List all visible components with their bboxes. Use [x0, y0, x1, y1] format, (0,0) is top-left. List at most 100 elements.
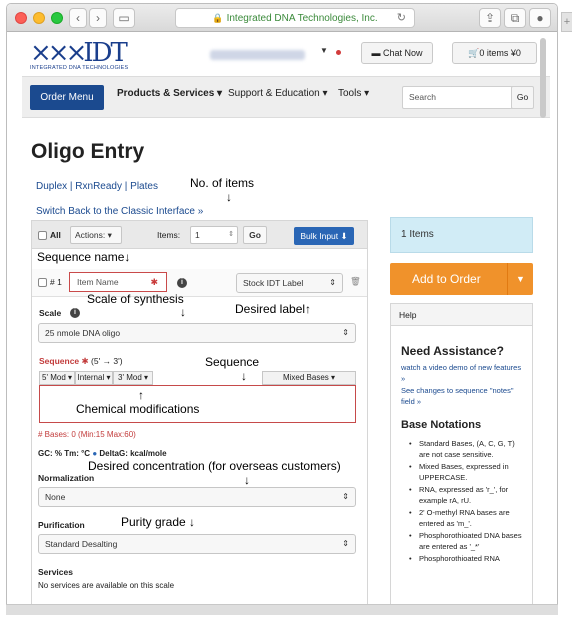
- zoom-window-button[interactable]: [51, 12, 63, 24]
- annotation-chem: Chemical modifications: [76, 402, 200, 416]
- main-nav: Order Menu Products & Services ▾ Support…: [22, 76, 550, 118]
- purification-select[interactable]: Standard Desalting ⇕: [38, 534, 356, 554]
- title-bar: ‹ › ▭ 🔒 Integrated DNA Technologies, Inc.…: [7, 4, 557, 32]
- chevron-down-icon[interactable]: ▼: [516, 263, 525, 295]
- link-rxnready[interactable]: RxnReady: [75, 181, 122, 192]
- back-icon[interactable]: ‹: [69, 8, 87, 28]
- scale-label: Scale: [39, 308, 62, 318]
- link-duplex[interactable]: Duplex: [36, 181, 67, 192]
- deltag-icon: ●: [92, 449, 98, 458]
- item-checkbox[interactable]: [38, 278, 47, 287]
- list-item: Mixed Bases, expressed in UPPERCASE.: [409, 462, 527, 483]
- scale-select[interactable]: 25 nmole DNA oligo ⇕: [38, 323, 356, 343]
- list-item: 2' O-methyl RNA bases are entered as 'm_…: [409, 508, 527, 529]
- search-input[interactable]: Search: [402, 86, 516, 109]
- stepper-icon[interactable]: ⇕: [228, 227, 234, 243]
- five-prime-mod-dropdown[interactable]: 5' Mod ▾: [39, 371, 75, 385]
- address-bar[interactable]: 🔒 Integrated DNA Technologies, Inc. ↻: [175, 8, 415, 28]
- nav-support[interactable]: Support & Education ▾: [228, 88, 328, 99]
- window-bottom-bar: [6, 604, 558, 615]
- list-item: Phosphorothioated RNA: [409, 554, 527, 565]
- item-name-input[interactable]: Item Name ✱: [69, 272, 167, 292]
- annotation-no-items: No. of items: [190, 176, 255, 190]
- cart-button[interactable]: 🛒0 items ¥0: [452, 42, 537, 64]
- base-notations-list: Standard Bases, (A, C, G, T) are not cas…: [409, 439, 527, 567]
- product-links: Duplex | RxnReady | Plates: [36, 181, 158, 192]
- oligo-form: All Actions: ▾ Items: 1 ⇕ Go Bulk Input ⬇…: [31, 220, 368, 612]
- select-all-checkbox[interactable]: [38, 231, 47, 240]
- annotation-label: Desired label↑: [235, 302, 312, 316]
- info-icon[interactable]: i: [177, 278, 187, 288]
- switch-classic-link[interactable]: Switch Back to the Classic Interface »: [36, 206, 203, 217]
- annotation-sequence: Sequence: [205, 355, 260, 369]
- list-item: RNA, expressed as 'r_', for example rA, …: [409, 485, 527, 506]
- annotation-arrow: ↓: [241, 369, 247, 383]
- annotation-sequence-name: Sequence name↓: [37, 250, 131, 264]
- link-plates[interactable]: Plates: [130, 181, 158, 192]
- sidebar-icon[interactable]: ▭: [113, 8, 135, 28]
- nav-tools[interactable]: Tools ▾: [338, 88, 369, 99]
- tabs-icon[interactable]: ⧉: [504, 8, 526, 28]
- chat-now-button[interactable]: ▬ Chat Now: [361, 42, 433, 64]
- sequence-notes-link[interactable]: See changes to sequence "notes" field »: [401, 385, 526, 407]
- annotation-arrow: ↓: [244, 473, 250, 487]
- reload-icon[interactable]: ↻: [397, 9, 406, 27]
- internal-mod-dropdown[interactable]: Internal ▾: [75, 371, 113, 385]
- annotation-conc: Desired concentration (for overseas cust…: [88, 459, 341, 473]
- services-label: Services: [38, 567, 73, 577]
- list-item: Phosphorothioated DNA bases are entered …: [409, 531, 527, 552]
- all-label: All: [50, 230, 61, 240]
- new-tab-button[interactable]: +: [561, 12, 572, 32]
- close-window-button[interactable]: [15, 12, 27, 24]
- account-name-blurred[interactable]: [210, 50, 305, 60]
- items-label: Items:: [157, 230, 181, 240]
- base-notations-title: Base Notations: [401, 419, 482, 431]
- idt-logo[interactable]: ⨯⨯⨯IDT INTEGRATED DNA TECHNOLOGIES: [30, 38, 140, 71]
- sequence-label: Sequence ✱ (5' → 3'): [39, 356, 123, 366]
- three-prime-mod-dropdown[interactable]: 3' Mod ▾: [113, 371, 153, 385]
- logo-mark: ⨯⨯⨯IDT: [30, 38, 128, 68]
- search-go-button[interactable]: Go: [511, 86, 534, 109]
- scale-info-icon[interactable]: i: [70, 308, 80, 318]
- label-select[interactable]: Stock IDT Label ⇕: [236, 273, 343, 293]
- video-demo-link[interactable]: watch a video demo of new features »: [401, 362, 526, 384]
- annotation-arrow: ↓: [226, 190, 232, 204]
- normalization-label: Normalization: [38, 473, 95, 483]
- form-toolbar: All Actions: ▾ Items: 1 ⇕ Go Bulk Input ⬇: [32, 221, 367, 249]
- forward-icon[interactable]: ›: [89, 8, 107, 28]
- scrollbar-thumb[interactable]: [540, 38, 546, 118]
- purification-label: Purification: [38, 520, 85, 530]
- actions-dropdown[interactable]: Actions: ▾: [70, 226, 122, 244]
- chevron-down-icon[interactable]: ▼: [320, 46, 328, 55]
- order-menu-button[interactable]: Order Menu: [30, 85, 104, 110]
- services-text: No services are available on this scale: [38, 581, 175, 590]
- list-item: Standard Bases, (A, C, G, T) are not cas…: [409, 439, 527, 460]
- site-header: ⨯⨯⨯IDT INTEGRATED DNA TECHNOLOGIES ▼ ▬ C…: [22, 30, 550, 76]
- bases-count: # Bases: 0 (Min:15 Max:60): [38, 430, 136, 439]
- extension-icon[interactable]: ●: [529, 8, 551, 28]
- item-number: # 1: [50, 277, 62, 287]
- help-panel: Help Need Assistance? watch a video demo…: [390, 303, 533, 608]
- page-title: Oligo Entry: [31, 140, 145, 163]
- help-header: Help: [391, 304, 532, 326]
- bulk-input-button[interactable]: Bulk Input ⬇: [294, 227, 354, 245]
- add-to-order-button[interactable]: Add to Order ▼: [390, 263, 533, 295]
- logo-subtitle: INTEGRATED DNA TECHNOLOGIES: [30, 65, 129, 71]
- items-go-button[interactable]: Go: [243, 226, 267, 244]
- share-icon[interactable]: ⇪: [479, 8, 501, 28]
- minimize-window-button[interactable]: [33, 12, 45, 24]
- lock-icon: 🔒: [212, 13, 224, 23]
- item-row: # 1 Item Name ✱ i Stock IDT Label ⇕ 🗑: [32, 269, 367, 297]
- mixed-bases-dropdown[interactable]: Mixed Bases ▾: [262, 371, 356, 385]
- annotation-arrow: ↓: [180, 305, 186, 319]
- help-title: Need Assistance?: [401, 344, 504, 358]
- address-text: Integrated DNA Technologies, Inc.: [226, 13, 378, 24]
- nav-products[interactable]: Products & Services ▾: [117, 88, 222, 99]
- annotation-scale: Scale of synthesis: [87, 292, 184, 306]
- normalization-select[interactable]: None ⇕: [38, 487, 356, 507]
- items-count-panel: 1 Items: [390, 217, 533, 253]
- items-count-input[interactable]: 1 ⇕: [190, 226, 238, 244]
- trash-icon[interactable]: 🗑: [350, 276, 361, 287]
- annotation-purity: Purity grade ↓: [121, 515, 196, 529]
- notification-dot: [336, 50, 341, 55]
